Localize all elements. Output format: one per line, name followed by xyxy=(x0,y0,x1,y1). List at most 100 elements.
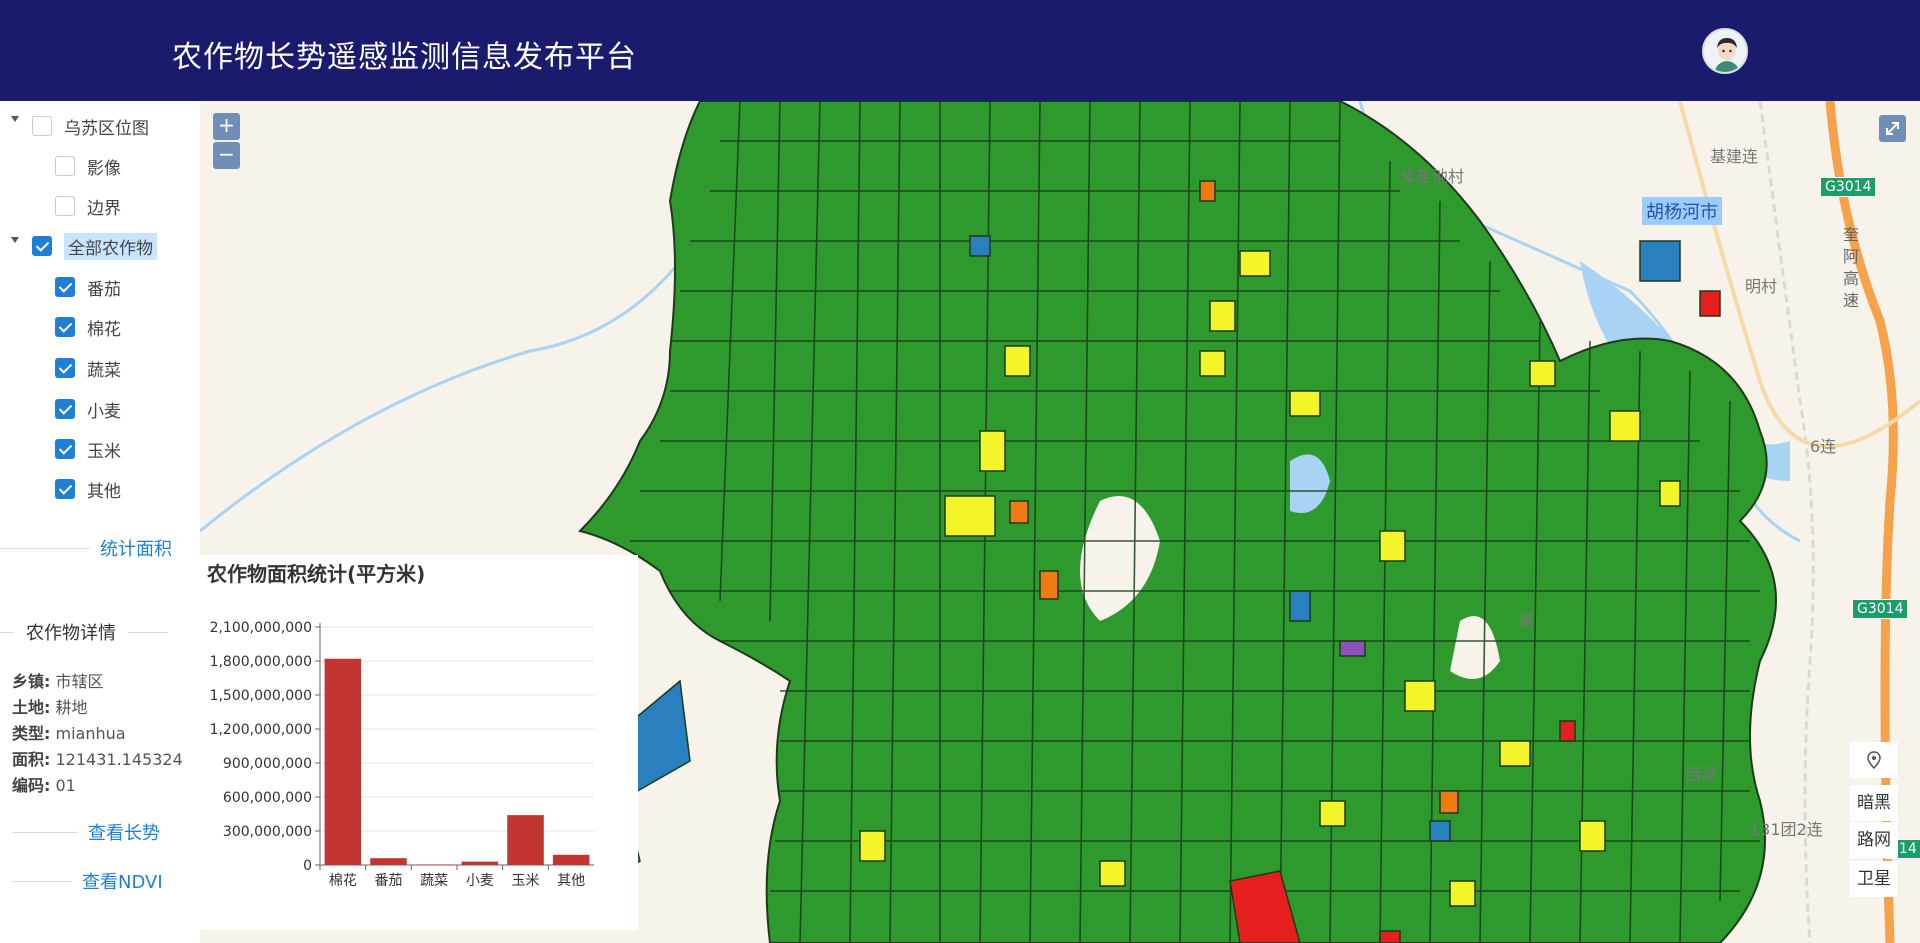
x-tick-label: 小麦 xyxy=(466,873,494,889)
checkbox[interactable] xyxy=(55,196,75,216)
layer-item-wheat[interactable]: 小麦 xyxy=(55,394,121,424)
checkbox-checked[interactable] xyxy=(55,479,75,499)
view-growth-button[interactable]: 查看长势 xyxy=(88,819,160,845)
bar-1 xyxy=(370,858,407,865)
bar-2 xyxy=(415,864,453,865)
divider xyxy=(128,631,168,633)
detail-value: 121431.145324 xyxy=(55,750,183,769)
layer-item-cotton[interactable]: 棉花 xyxy=(55,312,121,342)
layer-label: 乌苏区位图 xyxy=(64,118,149,139)
detail-key: 土地: xyxy=(12,698,51,717)
view-ndvi-link-row: 查看NDVI xyxy=(12,868,163,894)
expressway-label: 速 xyxy=(1843,291,1860,310)
y-tick-label: 300,000,000 xyxy=(223,824,312,840)
app-header: 农作物长势遥感监测信息发布平台 xyxy=(0,0,1920,101)
layer-label: 小麦 xyxy=(87,401,121,422)
zoom-out-button[interactable]: − xyxy=(213,142,240,169)
bar-4 xyxy=(507,815,544,865)
bar-chart: 0 300,000,000 600,000,000 900,000,000 1,200,… xyxy=(210,620,594,889)
y-tick-label: 2,100,000,000 xyxy=(210,620,312,636)
detail-value: 耕地 xyxy=(55,698,88,717)
details-title: 农作物详情 xyxy=(26,623,116,644)
checkbox-checked[interactable] xyxy=(55,277,75,297)
collapse-caret-icon[interactable] xyxy=(11,237,19,243)
layer-item-corn[interactable]: 玉米 xyxy=(55,434,121,464)
highway-shield: G3014 xyxy=(1820,177,1877,197)
detail-value: 市辖区 xyxy=(55,672,104,691)
map-place-label: 131团2连 xyxy=(1750,820,1823,839)
layer-label: 边界 xyxy=(87,198,121,219)
y-tick-label: 900,000,000 xyxy=(223,756,312,772)
divider xyxy=(12,831,78,833)
city-label: 胡杨河市 xyxy=(1642,197,1722,225)
view-ndvi-button[interactable]: 查看NDVI xyxy=(82,868,163,894)
checkbox[interactable] xyxy=(55,156,75,176)
avatar-icon xyxy=(1704,30,1746,72)
layer-group-all-crops[interactable]: 全部农作物 xyxy=(32,231,157,261)
divider xyxy=(0,631,14,633)
dark-mode-button[interactable]: 暗黑 xyxy=(1850,785,1898,821)
fullscreen-button[interactable] xyxy=(1879,115,1906,142)
layer-item-vegetable[interactable]: 蔬菜 xyxy=(55,353,121,383)
layer-label: 蔬菜 xyxy=(87,360,121,381)
zoom-in-button[interactable]: + xyxy=(213,113,240,140)
bar-3 xyxy=(461,861,499,865)
app-title: 农作物长势遥感监测信息发布平台 xyxy=(172,40,637,75)
x-tick-label: 其他 xyxy=(557,873,585,889)
locate-button[interactable] xyxy=(1850,742,1898,778)
layer-label: 其他 xyxy=(87,481,121,502)
y-tick-label: 1,500,000,000 xyxy=(210,688,312,704)
detail-key: 乡镇: xyxy=(12,672,51,691)
checkbox-checked[interactable] xyxy=(55,439,75,459)
area-chart-panel: 农作物面积统计(平方米) 0 300,000,000 600,000,000 900,… xyxy=(200,555,638,930)
layer-sidebar: 乌苏区位图 影像 边界 全部农作物 番茄 棉花 蔬菜 小麦 玉米 其他 统计面积 xyxy=(0,101,200,943)
stat-area-link-row: 统计面积 xyxy=(0,535,172,561)
detail-row-area: 面积: 121431.145324 xyxy=(12,746,183,770)
detail-key: 面积: xyxy=(12,750,51,769)
details-header: 农作物详情 xyxy=(0,619,190,645)
y-tick-label: 600,000,000 xyxy=(223,790,312,806)
y-tick-label: 1,800,000,000 xyxy=(210,654,312,670)
layer-item-boundary[interactable]: 边界 xyxy=(55,191,121,221)
layer-item-imagery[interactable]: 影像 xyxy=(55,151,121,181)
bar-0 xyxy=(324,658,362,865)
layer-label: 影像 xyxy=(87,158,121,179)
expressway-label: 高 xyxy=(1843,269,1860,288)
location-pin-icon xyxy=(1867,751,1881,770)
satellite-button[interactable]: 卫星 xyxy=(1850,861,1898,897)
x-tick-label: 蔬菜 xyxy=(420,873,448,889)
layer-item-tomato[interactable]: 番茄 xyxy=(55,272,121,302)
expressway-label: 奎 xyxy=(1843,225,1860,244)
detail-row-land: 土地: 耕地 xyxy=(12,694,88,718)
bar-5 xyxy=(552,854,590,865)
detail-key: 类型: xyxy=(12,724,51,743)
y-tick-label: 1,200,000,000 xyxy=(210,722,312,738)
detail-row-type: 类型: mianhua xyxy=(12,720,126,744)
highway-shield: G3014 xyxy=(1852,599,1909,619)
x-tick-label: 玉米 xyxy=(512,873,540,889)
layer-item-other[interactable]: 其他 xyxy=(55,474,121,504)
collapse-caret-icon[interactable] xyxy=(11,116,19,122)
checkbox-checked[interactable] xyxy=(32,236,52,256)
detail-row-code: 编码: 01 xyxy=(12,772,76,796)
checkbox-checked[interactable] xyxy=(55,358,75,378)
view-growth-link-row: 查看长势 xyxy=(12,819,160,845)
y-tick-label: 0 xyxy=(303,858,312,874)
detail-row-town: 乡镇: 市辖区 xyxy=(12,668,104,692)
layer-label: 番茄 xyxy=(87,279,121,300)
detail-key: 编码: xyxy=(12,776,51,795)
map-place-label: 梁盐池村 xyxy=(1400,167,1465,186)
divider xyxy=(12,880,72,882)
map-place-label: 6连 xyxy=(1810,437,1837,456)
road-network-button[interactable]: 路网 xyxy=(1850,822,1898,858)
user-avatar[interactable] xyxy=(1702,28,1748,74)
stat-area-button[interactable]: 统计面积 xyxy=(100,535,172,561)
checkbox[interactable] xyxy=(32,116,52,136)
layer-label: 棉花 xyxy=(87,319,121,340)
detail-value: 01 xyxy=(55,776,76,795)
checkbox-checked[interactable] xyxy=(55,317,75,337)
layer-label: 全部农作物 xyxy=(64,232,157,260)
checkbox-checked[interactable] xyxy=(55,399,75,419)
layer-group-location[interactable]: 乌苏区位图 xyxy=(32,111,149,141)
x-tick-label: 番茄 xyxy=(375,872,403,889)
